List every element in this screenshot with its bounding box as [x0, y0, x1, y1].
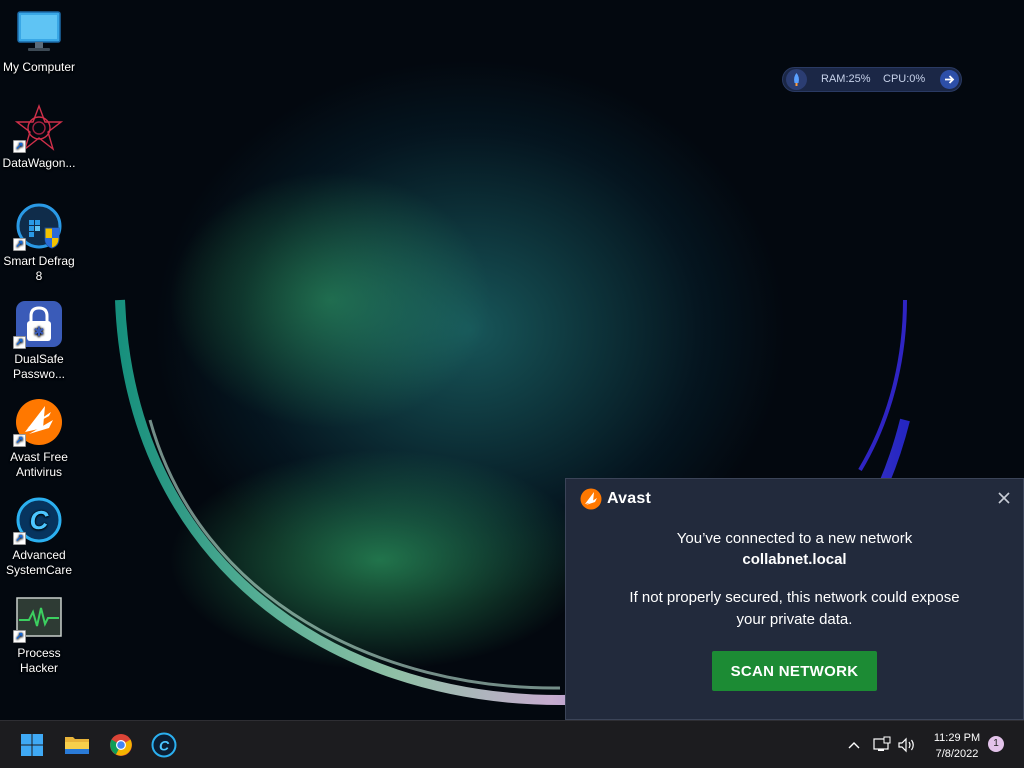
scan-network-button[interactable]: SCAN NETWORK — [712, 651, 877, 691]
shortcut-arrow-icon: ↗ — [13, 140, 26, 153]
warning-line-2: your private data. — [736, 611, 853, 628]
clock-date: 7/8/2022 — [935, 748, 979, 760]
desktop-icon-label: Process Hacker — [17, 646, 61, 675]
desktop-icon-label: Advanced SystemCare — [5, 548, 73, 577]
network-name: collabnet.local — [742, 551, 847, 568]
warning-line-1: If not properly secured, this network co… — [629, 589, 960, 606]
connected-message: You’ve connected to a new network — [676, 530, 913, 547]
chevron-up-icon[interactable] — [839, 729, 869, 761]
chrome-icon[interactable] — [105, 729, 137, 761]
desktop-icon-smart-defrag[interactable]: ↗ Smart Defrag 8 — [2, 202, 76, 284]
svg-text:C: C — [159, 738, 170, 754]
desktop-icon-datawagon[interactable]: ↗ DataWagon... — [2, 104, 76, 171]
shortcut-arrow-icon: ↗ — [13, 630, 26, 643]
system-clock[interactable]: 11:29 PM 7/8/2022 — [926, 730, 988, 762]
shortcut-arrow-icon: ↗ — [13, 434, 26, 447]
shortcut-arrow-icon: ↗ — [13, 532, 26, 545]
desktop-icon-avast[interactable]: ↗ Avast Free Antivirus — [2, 398, 76, 480]
performance-monitor-widget[interactable]: RAM:25% CPU:0% — [782, 67, 962, 92]
rocket-icon[interactable] — [786, 69, 807, 90]
avast-logo-icon — [580, 488, 602, 510]
avast-notification-popup: Avast You’ve connected to a new network … — [565, 478, 1024, 720]
avast-icon: ↗ — [13, 398, 63, 447]
shortcut-arrow-icon: ↗ — [13, 336, 26, 349]
desktop-icon-label: DualSafe Passwo... — [12, 352, 66, 381]
process-hacker-icon: ↗ — [13, 594, 63, 643]
svg-text:✱: ✱ — [34, 325, 45, 340]
network-icon[interactable] — [868, 729, 896, 761]
file-explorer-icon[interactable] — [61, 729, 93, 761]
volume-icon[interactable] — [893, 729, 921, 761]
arrow-right-icon[interactable] — [940, 70, 959, 89]
desktop-icon-advanced-systemcare[interactable]: C ↗ Advanced SystemCare — [2, 496, 76, 578]
monitor-icon — [15, 8, 63, 56]
cpu-usage: CPU:0% — [883, 73, 926, 85]
taskbar: C 11:29 PM 7/8/2022 — [0, 720, 1024, 768]
desktop-icon-label: Smart Defrag 8 — [3, 254, 75, 283]
smart-defrag-icon: ↗ — [13, 202, 63, 251]
avast-brand-name: Avast — [607, 490, 651, 507]
close-icon[interactable] — [997, 491, 1011, 505]
shortcut-arrow-icon: ↗ — [13, 238, 26, 251]
desktop-icon-process-hacker[interactable]: ↗ Process Hacker — [2, 594, 76, 676]
advanced-systemcare-taskbar-icon[interactable]: C — [148, 729, 180, 761]
notification-badge[interactable]: 1 — [988, 736, 1004, 752]
datawagon-icon: ↗ — [13, 104, 64, 153]
start-icon[interactable] — [16, 729, 48, 761]
desktop-icon-label: Avast Free Antivirus — [10, 450, 68, 479]
advanced-systemcare-icon: C ↗ — [13, 496, 63, 545]
desktop-icon-label: My Computer — [2, 60, 76, 74]
ram-usage: RAM:25% — [821, 73, 871, 85]
desktop-icon-dualsafe[interactable]: ✱ ↗ DualSafe Passwo... — [2, 300, 76, 382]
svg-text:C: C — [30, 505, 50, 535]
desktop-icon-my-computer[interactable]: My Computer — [2, 8, 76, 75]
avast-brand: Avast — [580, 488, 651, 510]
clock-time: 11:29 PM — [933, 732, 981, 744]
desktop-icon-label: DataWagon... — [2, 156, 76, 170]
dualsafe-icon: ✱ ↗ — [13, 300, 63, 349]
